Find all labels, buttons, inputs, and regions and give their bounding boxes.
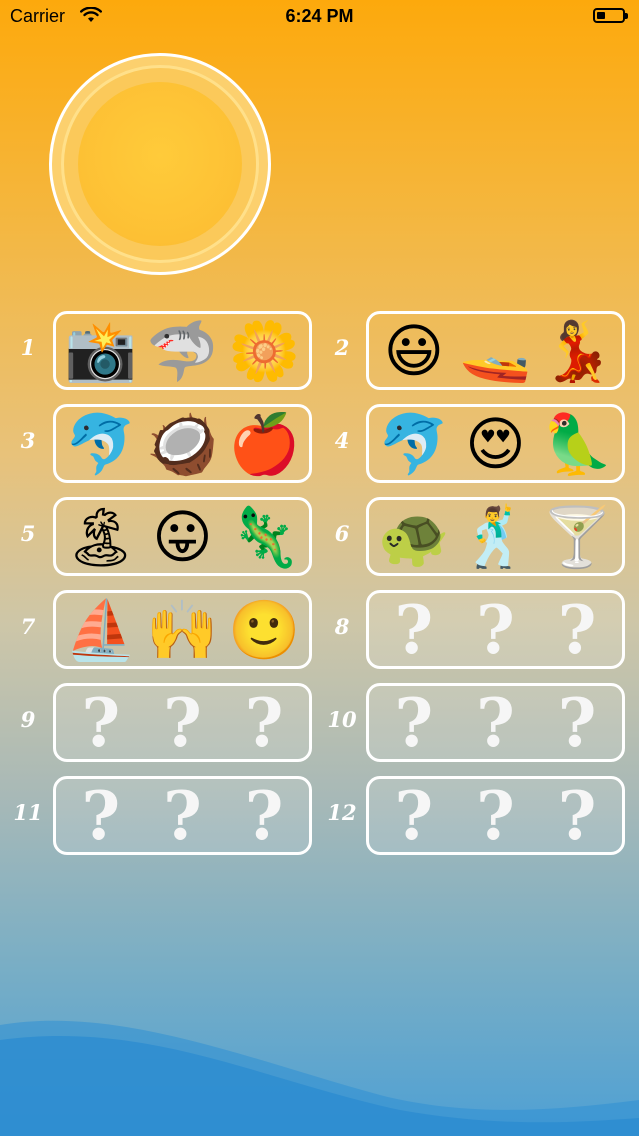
level-7-button[interactable]: ⛵ 🙌 🙂 bbox=[53, 590, 312, 669]
sun-icon bbox=[49, 53, 271, 275]
level-1-button[interactable]: 📸 🦈 🌼 bbox=[53, 311, 312, 390]
emoji-clue: 🐢 bbox=[377, 502, 450, 571]
level-number: 11 bbox=[13, 800, 43, 825]
locked-question-mark: ? bbox=[476, 683, 515, 762]
emoji-clue: 🦜 bbox=[541, 409, 614, 478]
locked-question-mark: ? bbox=[394, 590, 434, 669]
emoji-clue: 😃 bbox=[383, 316, 445, 385]
emoji-clue: 🍎 bbox=[228, 409, 301, 478]
emoji-clue: 😍 bbox=[465, 409, 526, 478]
emoji-clue: 🌼 bbox=[228, 316, 301, 385]
emoji-clue: 🍸 bbox=[541, 502, 614, 571]
level-number: 12 bbox=[327, 800, 357, 825]
level-11-button[interactable]: ??? bbox=[53, 776, 312, 855]
level-number: 2 bbox=[334, 335, 350, 360]
emoji-clue: ⛵ bbox=[64, 595, 137, 664]
level-number: 8 bbox=[334, 614, 350, 639]
emoji-clue: 🦈 bbox=[146, 316, 219, 385]
level-3-button[interactable]: 🐬 🥥 🍎 bbox=[53, 404, 312, 483]
emoji-clue: 🏝 bbox=[64, 502, 138, 571]
emoji-clue: 😛 bbox=[152, 502, 213, 571]
emoji-clue: 📸 bbox=[64, 316, 137, 385]
locked-question-mark: ? bbox=[163, 683, 202, 762]
battery-icon bbox=[593, 8, 628, 23]
level-4-button[interactable]: 🐬 😍 🦜 bbox=[366, 404, 625, 483]
level-2-button[interactable]: 😃 🚤 💃 bbox=[366, 311, 625, 390]
level-10-button[interactable]: ??? bbox=[366, 683, 625, 762]
emoji-clue: 🐬 bbox=[64, 409, 137, 478]
emoji-clue: 💃 bbox=[541, 316, 614, 385]
level-number: 3 bbox=[20, 428, 36, 453]
sea-wave bbox=[0, 1020, 639, 1136]
emoji-clue: 🦎 bbox=[228, 502, 301, 571]
locked-question-mark: ? bbox=[394, 776, 434, 855]
emoji-clue: 🙌 bbox=[146, 595, 219, 664]
emoji-clue: 🐬 bbox=[377, 409, 450, 478]
locked-question-mark: ? bbox=[81, 683, 121, 762]
level-number: 1 bbox=[20, 335, 36, 360]
level-number: 9 bbox=[20, 707, 36, 732]
locked-question-mark: ? bbox=[244, 776, 284, 855]
clock: 6:24 PM bbox=[285, 6, 354, 26]
locked-question-mark: ? bbox=[163, 776, 202, 855]
locked-question-mark: ? bbox=[557, 776, 597, 855]
emoji-clue: 🥥 bbox=[146, 409, 219, 478]
locked-question-mark: ? bbox=[476, 590, 515, 669]
status-bar: Carrier 6:24 PM bbox=[0, 0, 639, 34]
locked-question-mark: ? bbox=[244, 683, 284, 762]
level-5-button[interactable]: 🏝 😛 🦎 bbox=[53, 497, 312, 576]
locked-question-mark: ? bbox=[81, 776, 121, 855]
locked-question-mark: ? bbox=[557, 683, 597, 762]
emoji-clue: 🙂 bbox=[228, 595, 301, 664]
level-number: 7 bbox=[20, 614, 36, 639]
level-number: 5 bbox=[20, 521, 36, 546]
level-12-button[interactable]: ??? bbox=[366, 776, 625, 855]
level-6-button[interactable]: 🐢 🕺 🍸 bbox=[366, 497, 625, 576]
level-number: 10 bbox=[327, 707, 357, 732]
emoji-clue: 🕺 bbox=[459, 502, 532, 571]
level-9-button[interactable]: ??? bbox=[53, 683, 312, 762]
level-number: 4 bbox=[334, 428, 350, 453]
locked-question-mark: ? bbox=[394, 683, 434, 762]
locked-question-mark: ? bbox=[476, 776, 515, 855]
emoji-clue: 🚤 bbox=[459, 316, 532, 385]
level-8-button[interactable]: ??? bbox=[366, 590, 625, 669]
level-number: 6 bbox=[334, 521, 350, 546]
locked-question-mark: ? bbox=[557, 590, 597, 669]
